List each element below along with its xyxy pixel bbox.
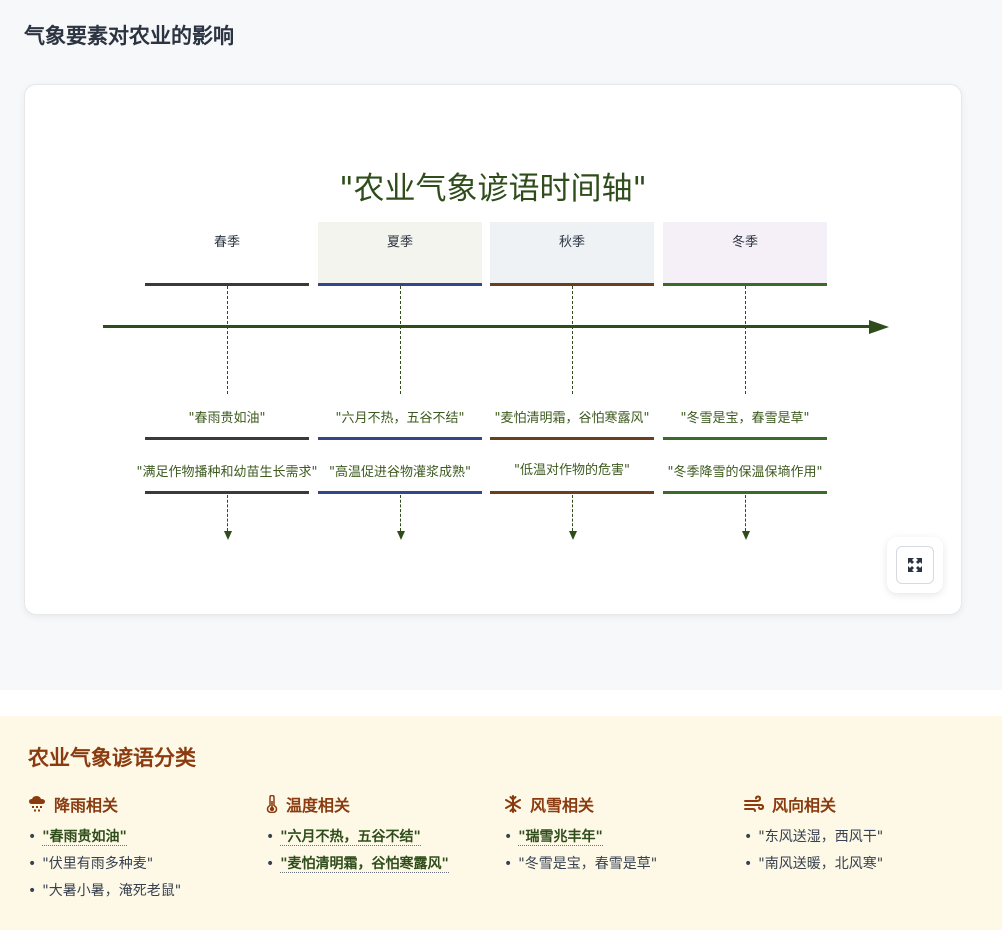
season-header-summer: 夏季 [318, 222, 482, 284]
down-arrow-icon [569, 531, 577, 540]
season-header-autumn: 秋季 [490, 222, 654, 284]
category-temperature: 温度相关 • "六月不热，五谷不结" • "麦怕清明霜，谷怕寒露风" [266, 792, 449, 880]
season-bar-middle [318, 437, 482, 440]
proverb-text: "瑞雪兆丰年" [518, 829, 603, 846]
list-item: • "冬雪是宝，春雪是草" [504, 856, 658, 872]
proverb-text: "春雨贵如油" [42, 829, 127, 846]
connector-line [745, 286, 746, 394]
proverb-text: "伏里有雨多种麦" [42, 856, 154, 872]
page-title: 气象要素对农业的影响 [24, 23, 234, 48]
diagram-card: "农业气象谚语时间轴" 春季 夏季 秋季 冬季 "春雨贵如油" "六月不热，五谷… [24, 84, 962, 615]
timeline-axis [103, 325, 875, 328]
proverb-text: "六月不热，五谷不结" [280, 829, 421, 846]
category-name: 降雨相关 [54, 796, 119, 815]
category-rain: 降雨相关 • "春雨贵如油" • "伏里有雨多种麦" • "大暑小暑，淹死老鼠" [28, 792, 181, 907]
list-item: • "南风送暖，北风寒" [744, 856, 884, 872]
effect-label: "低温对作物的危害" [514, 463, 630, 478]
proverb-text: "冬雪是宝，春雪是草" [518, 856, 658, 872]
connector-line [227, 286, 228, 394]
connector-line [400, 495, 401, 531]
proverb-label: "冬雪是宝，春雪是草" [680, 411, 810, 426]
list-item: • "瑞雪兆丰年" [504, 829, 603, 846]
expand-button[interactable] [887, 537, 943, 593]
season-bar-bottom [145, 491, 309, 494]
effect-label: "冬季降雪的保温保墒作用" [667, 465, 823, 480]
proverb-text: "大暑小暑，淹死老鼠" [42, 883, 182, 899]
proverb-list: • "瑞雪兆丰年" • "冬雪是宝，春雪是草" [504, 826, 657, 880]
list-item: • "大暑小暑，淹死老鼠" [28, 883, 182, 899]
season-bar-middle [490, 437, 654, 440]
season-bar-middle [145, 437, 309, 440]
effect-label: "高温促进谷物灌浆成熟" [329, 465, 471, 480]
connector-line [572, 286, 573, 394]
connector-line [227, 495, 228, 531]
season-label: 夏季 [386, 235, 413, 250]
timeline-arrowhead [869, 320, 889, 334]
proverb-label: "六月不热，五谷不结" [335, 411, 465, 426]
top-section: 气象要素对农业的影响 "农业气象谚语时间轴" 春季 夏季 秋季 冬季 "春雨贵如… [0, 0, 1002, 690]
category-header: 降雨相关 [28, 792, 181, 816]
connector-line [400, 286, 401, 394]
category-wind: 风向相关 • "东风送湿，西风干" • "南风送暖，北风寒" [744, 792, 883, 880]
season-bar-bottom [663, 491, 827, 494]
diagram-title: "农业气象谚语时间轴" [339, 171, 647, 207]
proverb-text: "麦怕清明霜，谷怕寒露风" [280, 856, 449, 873]
effect-label: "满足作物播种和幼苗生长需求" [136, 465, 318, 480]
connector-line [572, 495, 573, 531]
category-name: 风雪相关 [530, 796, 595, 815]
rain-cloud-icon [28, 795, 46, 813]
categories-section: 农业气象谚语分类 降雨相关 • "春雨贵如油" • "伏里有雨多种麦" • "大暑小暑… [0, 716, 1002, 930]
proverb-label: "春雨贵如油" [188, 411, 266, 426]
season-bar-middle [663, 437, 827, 440]
list-item: • "伏里有雨多种麦" [28, 856, 154, 872]
category-header: 温度相关 [266, 792, 449, 816]
list-item: • "东风送湿，西风干" [744, 829, 884, 845]
season-bar-bottom [490, 491, 654, 494]
season-label: 春季 [213, 235, 240, 250]
thermometer-icon [266, 795, 278, 813]
season-header-winter: 冬季 [663, 222, 827, 284]
proverb-text: "东风送湿，西风干" [758, 829, 884, 845]
down-arrow-icon [224, 531, 232, 540]
category-snow: 风雪相关 • "瑞雪兆丰年" • "冬雪是宝，春雪是草" [504, 792, 657, 880]
snowflake-icon [504, 795, 522, 813]
expand-icon[interactable] [896, 546, 934, 584]
season-bar-bottom [318, 491, 482, 494]
proverb-label: "麦怕清明霜，谷怕寒露风" [494, 411, 650, 426]
category-header: 风雪相关 [504, 792, 657, 816]
proverb-list: • "春雨贵如油" • "伏里有雨多种麦" • "大暑小暑，淹死老鼠" [28, 826, 181, 907]
proverb-list: • "东风送湿，西风干" • "南风送暖，北风寒" [744, 826, 883, 880]
category-header: 风向相关 [744, 792, 883, 816]
category-name: 风向相关 [772, 796, 837, 815]
wind-icon [744, 795, 764, 813]
down-arrow-icon [742, 531, 750, 540]
list-item: • "春雨贵如油" [28, 829, 127, 846]
down-arrow-icon [397, 531, 405, 540]
season-label: 秋季 [558, 235, 585, 250]
proverb-list: • "六月不热，五谷不结" • "麦怕清明霜，谷怕寒露风" [266, 826, 449, 880]
list-item: • "六月不热，五谷不结" [266, 829, 421, 846]
list-item: • "麦怕清明霜，谷怕寒露风" [266, 856, 449, 873]
connector-line [745, 495, 746, 531]
season-label: 冬季 [731, 235, 758, 250]
proverb-text: "南风送暖，北风寒" [758, 856, 884, 872]
season-header-spring: 春季 [145, 222, 309, 284]
category-name: 温度相关 [286, 796, 351, 815]
section-title: 农业气象谚语分类 [28, 745, 196, 770]
